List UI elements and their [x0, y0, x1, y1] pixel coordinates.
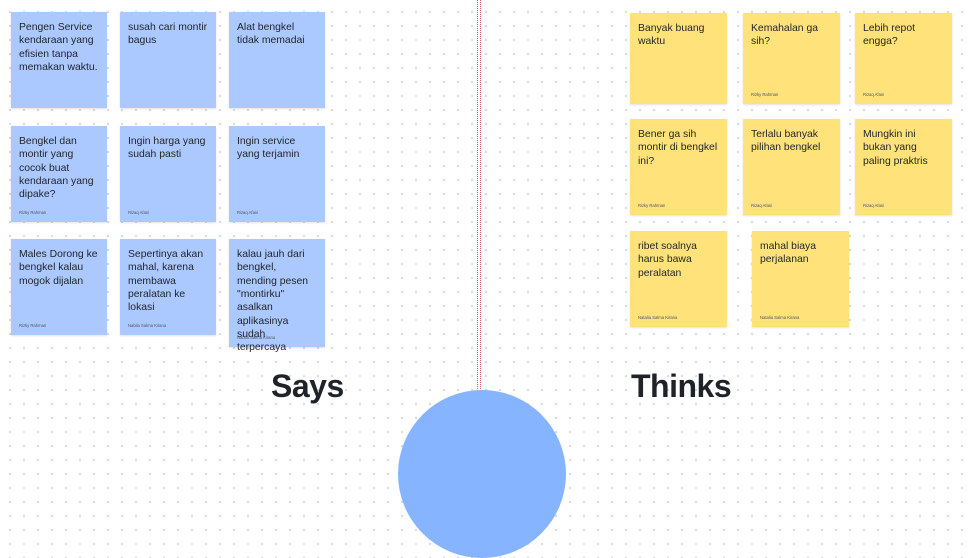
sticky-note[interactable]: Terlalu banyak pilihan bengkel Rizaq Afa… [743, 119, 840, 215]
sticky-note[interactable]: Mungkin ini bukan yang paling praktris R… [855, 119, 952, 215]
sticky-note[interactable]: mahal biaya perjalanan Natalia Salma Kir… [752, 231, 849, 327]
sticky-note[interactable]: ribet soalnya harus bawa peralatan Natal… [630, 231, 727, 327]
sticky-note[interactable]: Males Dorong ke bengkel kalau mogok dija… [11, 239, 107, 335]
sticky-note[interactable]: susah cari montir bagus [120, 12, 216, 108]
note-author: Rizky Rahman [19, 323, 47, 328]
note-text: Pengen Service kendaraan yang efisien ta… [19, 22, 98, 73]
sticky-note[interactable]: Ingin harga yang sudah pasti Rizaq Afani [120, 126, 216, 222]
sticky-note[interactable]: Bener ga sih montir di bengkel ini? Rizk… [630, 119, 727, 215]
sticky-note[interactable]: Sepertinya akan mahal, karena membawa pe… [120, 239, 216, 335]
note-author: Nabila Salma Kirana [237, 335, 276, 340]
section-divider [477, 0, 481, 419]
section-heading-says: Says [271, 368, 344, 404]
sticky-note[interactable]: Banyak buang waktu [630, 13, 727, 104]
note-author: Rizaq Afani [237, 210, 259, 215]
note-author: Rizaq Afani [128, 210, 150, 215]
sticky-note[interactable]: Bengkel dan montir yang cocok buat kenda… [11, 126, 107, 222]
note-author: Natalia Salma Kirana [760, 315, 800, 320]
note-text: Bengkel dan montir yang cocok buat kenda… [19, 136, 94, 201]
note-text: Bener ga sih montir di bengkel ini? [638, 129, 718, 167]
note-author: Nabila Salma Kirana [128, 323, 167, 328]
note-text: susah cari montir bagus [128, 22, 208, 47]
note-text: Kemahalan ga sih? [751, 23, 819, 48]
center-circle [398, 390, 566, 558]
note-author: Rizky Rahman [751, 92, 779, 97]
section-heading-thinks: Thinks [631, 368, 732, 404]
note-author: Rizky Rahman [638, 203, 666, 208]
sticky-note[interactable]: Kemahalan ga sih? Rizky Rahman [743, 13, 840, 104]
sticky-note[interactable]: Pengen Service kendaraan yang efisien ta… [11, 12, 107, 108]
note-text: Males Dorong ke bengkel kalau mogok dija… [19, 249, 98, 287]
sticky-note[interactable]: Ingin service yang terjamin Rizaq Afani [229, 126, 325, 222]
note-text: Lebih repot engga? [863, 23, 915, 48]
note-text: Banyak buang waktu [638, 23, 705, 48]
note-text: Mungkin ini bukan yang paling praktris [863, 129, 928, 167]
note-text: ribet soalnya harus bawa peralatan [638, 241, 697, 279]
note-author: Rizaq Afani [863, 203, 885, 208]
note-text: Ingin harga yang sudah pasti [128, 136, 206, 161]
note-author: Rizaq Afani [751, 203, 773, 208]
note-author: Rizaq Afani [863, 92, 885, 97]
sticky-note[interactable]: Lebih repot engga? Rizaq Afani [855, 13, 952, 104]
note-author: Natalia Salma Kirana [638, 315, 678, 320]
note-author: Rizky Rahman [19, 210, 47, 215]
note-text: mahal biaya perjalanan [760, 241, 817, 266]
note-text: Alat bengkel tidak memadai [237, 22, 305, 47]
note-text: Ingin service yang terjamin [237, 136, 300, 161]
note-text: Terlalu banyak pilihan bengkel [751, 129, 821, 154]
note-text: Sepertinya akan mahal, karena membawa pe… [128, 249, 204, 314]
sticky-note[interactable]: Alat bengkel tidak memadai [229, 12, 325, 108]
board-canvas[interactable]: Pengen Service kendaraan yang efisien ta… [0, 0, 971, 558]
sticky-note[interactable]: kalau jauh dari bengkel, mending pesen "… [229, 239, 325, 353]
